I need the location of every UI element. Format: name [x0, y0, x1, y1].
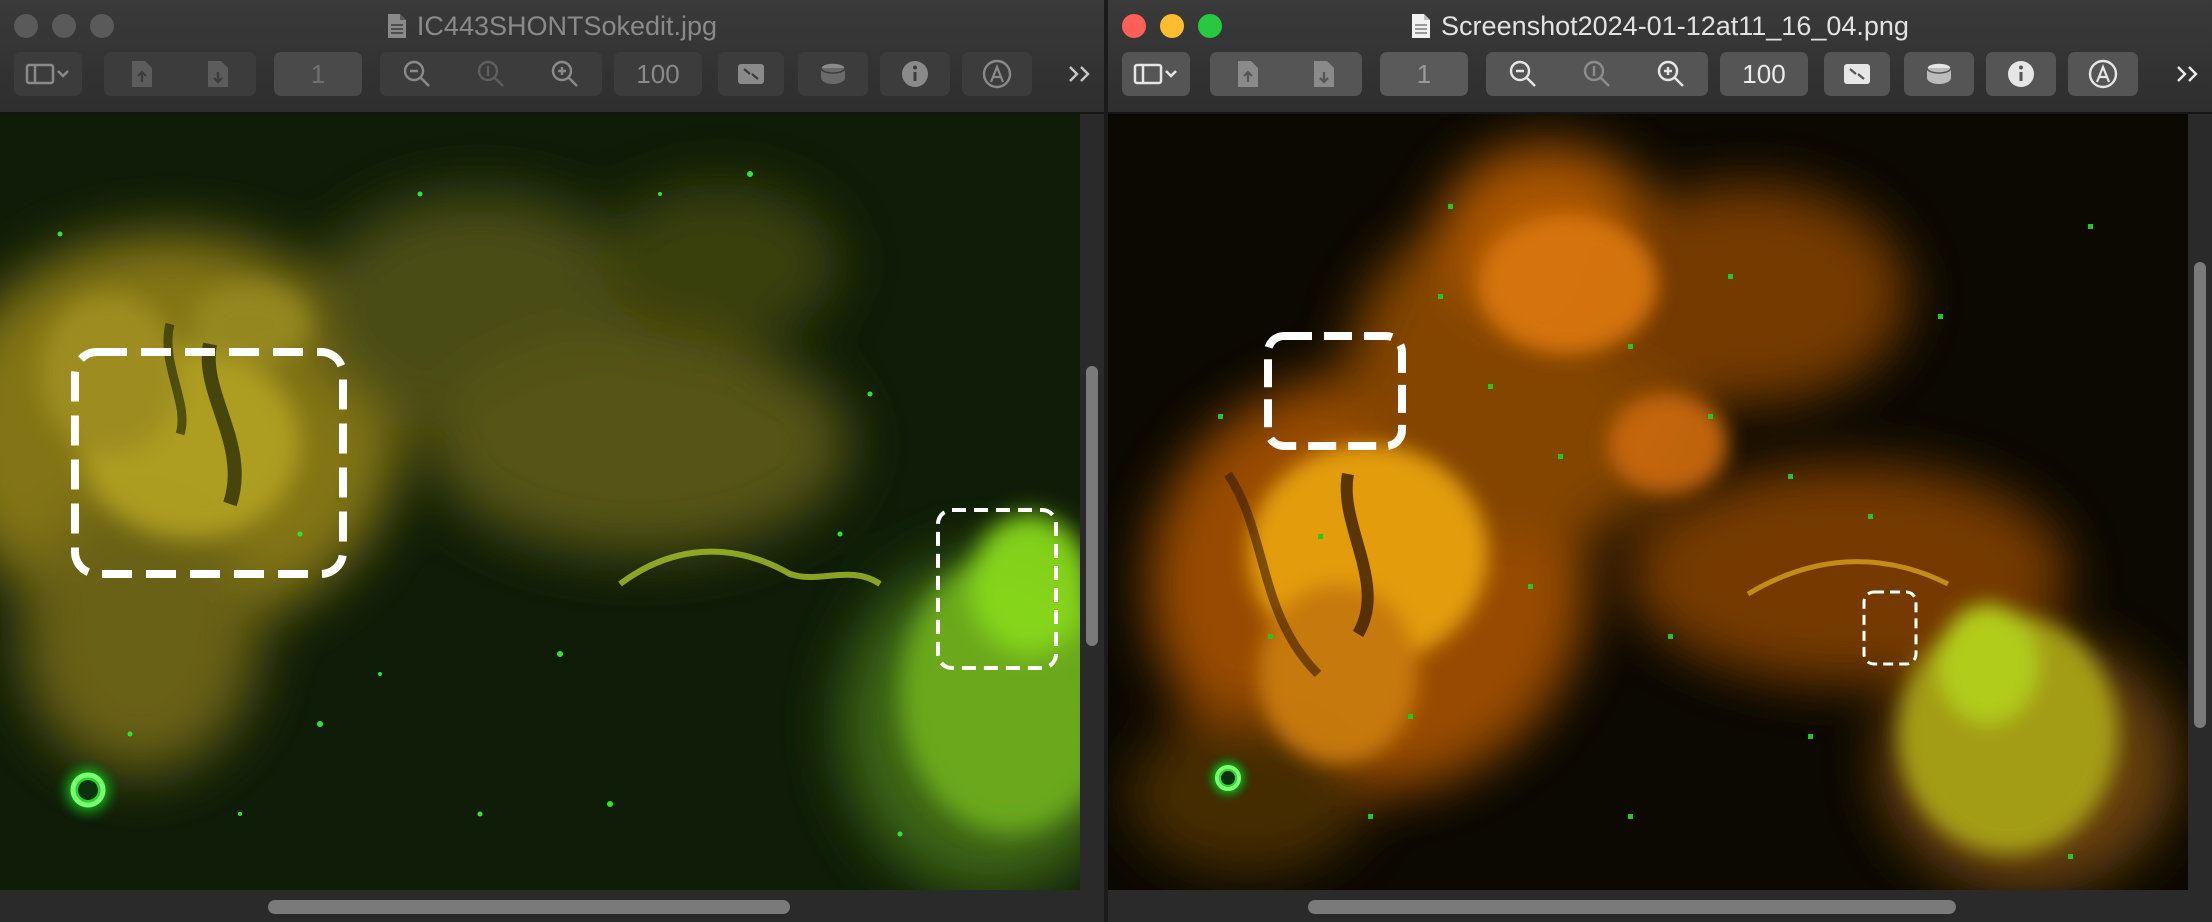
- adjust-color-button[interactable]: [798, 52, 868, 96]
- nebula-image: [0, 114, 1080, 890]
- titlebar: IC443SHONTSokedit.jpg 1 100: [0, 0, 1104, 114]
- window-title-text: IC443SHONTSokedit.jpg: [416, 11, 718, 41]
- overflow-chevron-icon: [2175, 64, 2201, 84]
- sidebar-toggle-icon: [25, 62, 71, 86]
- rotate-right-icon[interactable]: [1286, 60, 1362, 88]
- image-view[interactable]: [0, 114, 1104, 890]
- zoom-out-icon[interactable]: [1486, 59, 1560, 89]
- page-number-field[interactable]: 1: [274, 52, 362, 96]
- preview-window-left: IC443SHONTSokedit.jpg 1 100: [0, 0, 1104, 922]
- sidebar-toggle-button[interactable]: [14, 52, 82, 96]
- zoom-in-icon[interactable]: [528, 59, 602, 89]
- rotate-left-icon[interactable]: [1210, 60, 1286, 88]
- zoom-level-field[interactable]: 100: [1720, 52, 1808, 96]
- document-icon: [387, 12, 407, 38]
- actual-size-icon[interactable]: [1560, 59, 1634, 89]
- rotate-right-icon[interactable]: [180, 60, 256, 88]
- markup-icon: [2088, 59, 2118, 89]
- toolbar-overflow-button[interactable]: [1060, 52, 1100, 96]
- zoom-out-icon[interactable]: [380, 59, 454, 89]
- info-icon: [2006, 59, 2036, 89]
- document-icon: [1411, 12, 1431, 38]
- horizontal-scroll-thumb[interactable]: [1308, 900, 1956, 914]
- markup-icon: [982, 59, 1012, 89]
- rotate-button-group: [1210, 52, 1362, 96]
- rotate-left-icon[interactable]: [104, 60, 180, 88]
- titlebar: Screenshot2024-01-12at11_16_04.png 1 100: [1108, 0, 2212, 114]
- vertical-scroll-thumb[interactable]: [2194, 262, 2206, 728]
- fit-window-button[interactable]: [1824, 52, 1890, 96]
- info-button[interactable]: [880, 52, 950, 96]
- info-icon: [900, 59, 930, 89]
- horizontal-scrollbar[interactable]: [0, 890, 1104, 922]
- markup-button[interactable]: [2068, 52, 2138, 96]
- adjust-color-icon: [818, 60, 848, 88]
- zoom-button-group: [1486, 52, 1708, 96]
- sidebar-toggle-icon: [1133, 62, 1179, 86]
- fit-window-icon: [735, 61, 767, 87]
- preview-window-right: Screenshot2024-01-12at11_16_04.png 1 100: [1108, 0, 2212, 922]
- actual-size-icon[interactable]: [454, 59, 528, 89]
- sidebar-toggle-button[interactable]: [1122, 52, 1190, 96]
- adjust-color-button[interactable]: [1904, 52, 1974, 96]
- horizontal-scrollbar[interactable]: [1108, 890, 2212, 922]
- zoom-in-icon[interactable]: [1634, 59, 1708, 89]
- page-number-field[interactable]: 1: [1380, 52, 1468, 96]
- toolbar: 1 100: [1108, 52, 2212, 98]
- info-button[interactable]: [1986, 52, 2056, 96]
- vertical-scroll-thumb[interactable]: [1086, 366, 1098, 646]
- rotate-button-group: [104, 52, 256, 96]
- fit-window-button[interactable]: [718, 52, 784, 96]
- fit-window-icon: [1841, 61, 1873, 87]
- overflow-chevron-icon: [1067, 64, 1093, 84]
- window-title: IC443SHONTSokedit.jpg: [0, 8, 1104, 44]
- vertical-scrollbar[interactable]: [2188, 114, 2212, 890]
- nebula-image: [1108, 114, 2188, 890]
- window-title: Screenshot2024-01-12at11_16_04.png: [1108, 8, 2212, 44]
- zoom-button-group: [380, 52, 602, 96]
- toolbar-overflow-button[interactable]: [2168, 52, 2208, 96]
- toolbar: 1 100: [0, 52, 1104, 98]
- image-view[interactable]: [1108, 114, 2212, 890]
- vertical-scrollbar[interactable]: [1080, 114, 1104, 890]
- adjust-color-icon: [1924, 60, 1954, 88]
- horizontal-scroll-thumb[interactable]: [268, 900, 790, 914]
- markup-button[interactable]: [962, 52, 1032, 96]
- window-title-text: Screenshot2024-01-12at11_16_04.png: [1441, 11, 1909, 41]
- zoom-level-field[interactable]: 100: [614, 52, 702, 96]
